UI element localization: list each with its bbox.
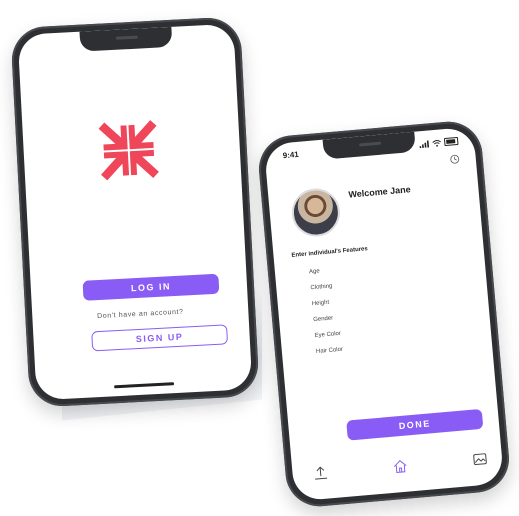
feature-item-gender[interactable]: Gender [313,315,333,323]
feature-item-hair-color[interactable]: Hair Color [316,347,343,355]
features-phone: 9:41 Welcome Jane Enter individual's Fea… [256,118,512,510]
status-icons [419,136,459,148]
feature-item-age[interactable]: Age [309,268,320,275]
feature-item-clothing[interactable]: Clothing [310,283,332,291]
gallery-icon[interactable] [471,451,488,468]
features-screen: 9:41 Welcome Jane Enter individual's Fea… [263,126,505,502]
login-screen: LOG IN Don't have an account? SIGN UP [17,23,253,401]
avatar [289,186,342,239]
upload-icon[interactable] [312,464,329,481]
battery-icon [443,136,459,147]
features-title: Enter individual's Features [291,246,369,259]
signal-icon [419,139,430,148]
login-phone: LOG IN Don't have an account? SIGN UP [10,16,260,408]
welcome-heading: Welcome Jane [348,184,412,200]
wifi-icon [432,139,441,147]
done-button[interactable]: DONE [346,408,484,441]
phone-notch [322,131,416,160]
signup-button[interactable]: SIGN UP [91,324,229,352]
login-button[interactable]: LOG IN [82,273,220,301]
status-time: 9:41 [282,149,300,161]
feature-item-height[interactable]: Height [312,300,330,307]
home-icon[interactable] [392,457,409,474]
no-account-text: Don't have an account? [96,308,184,321]
tab-bar [292,449,503,487]
phone-notch [79,26,173,52]
history-icon[interactable] [449,154,460,165]
app-logo-icon [98,120,159,181]
feature-item-eye-color[interactable]: Eye Color [314,331,341,339]
home-indicator [114,382,175,389]
